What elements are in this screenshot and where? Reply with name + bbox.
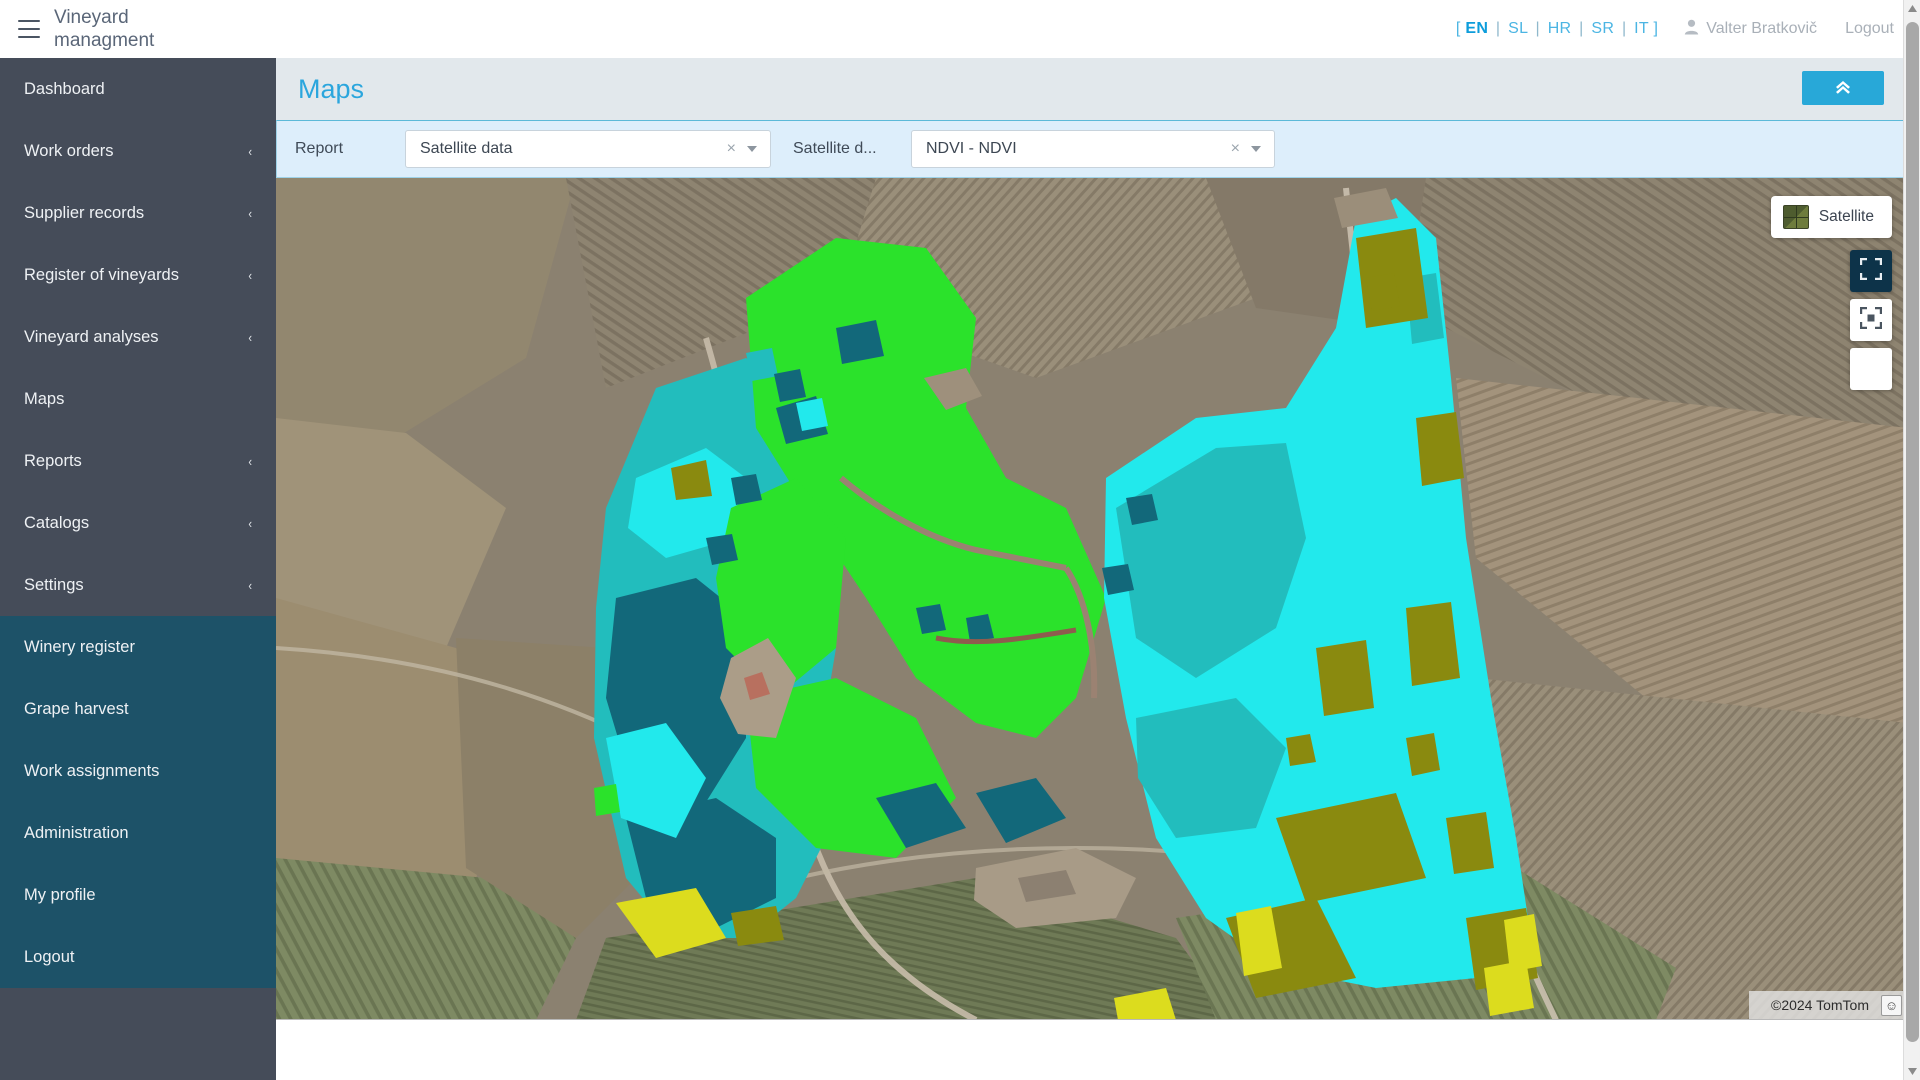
- sidebar-item-label: Register of vineyards: [24, 265, 179, 284]
- page-header: Maps: [276, 58, 1908, 120]
- scrollbar-thumb[interactable]: [1906, 22, 1919, 1042]
- fullscreen-select-button[interactable]: [1850, 250, 1892, 292]
- sidebar-item-label: My profile: [24, 885, 96, 904]
- lang-sr[interactable]: SR: [1591, 20, 1614, 37]
- sidebar-item-vineyard-analyses[interactable]: Vineyard analyses ‹: [0, 306, 276, 368]
- layer-toggle-label: Satellite: [1818, 208, 1874, 225]
- sidebar-item-label: Catalogs: [24, 513, 90, 532]
- map-controls: Satellite: [1770, 196, 1892, 390]
- sidebar-item-label: Work assignments: [24, 761, 160, 780]
- sidebar-item-administration[interactable]: Administration: [0, 802, 276, 864]
- sidebar-item-label: Settings: [24, 575, 84, 594]
- sidebar-item-supplier-records[interactable]: Supplier records ‹: [0, 182, 276, 244]
- sidebar-item-label: Logout: [24, 947, 75, 966]
- lang-separator-3: |: [1579, 20, 1584, 37]
- chevron-left-icon: ‹: [247, 267, 252, 283]
- scroll-down-arrow-icon[interactable]: [1904, 1063, 1920, 1080]
- chevron-left-icon: ‹: [247, 577, 252, 593]
- fit-bounds-button[interactable]: [1850, 299, 1892, 341]
- brand-title-line1: Vineyard: [54, 7, 129, 28]
- lang-separator-1: |: [1495, 20, 1501, 37]
- sidebar-item-catalogs[interactable]: Catalogs ‹: [0, 492, 276, 554]
- sidebar-item-dashboard[interactable]: Dashboard: [0, 58, 276, 120]
- brand-title[interactable]: Vineyard managment: [54, 6, 154, 52]
- page-title: Maps: [298, 73, 365, 104]
- user-menu[interactable]: Valter Bratkovič: [1684, 19, 1817, 39]
- clear-icon[interactable]: ×: [727, 141, 736, 157]
- sidebar-item-winery-register[interactable]: Winery register: [0, 616, 276, 678]
- sidebar-item-register-of-vineyards[interactable]: Register of vineyards ‹: [0, 244, 276, 306]
- scroll-up-arrow-icon[interactable]: [1904, 0, 1920, 17]
- filter-bar: Report Satellite data × Satellite d... N…: [276, 120, 1908, 178]
- sidebar-item-label: Reports: [24, 451, 82, 470]
- clear-icon[interactable]: ×: [1231, 141, 1240, 157]
- satellite-map-canvas[interactable]: [276, 178, 1908, 1020]
- map-control-stack: [1850, 250, 1892, 390]
- sidebar-item-label: Supplier records: [24, 203, 145, 222]
- satellite-data-select-value: NDVI - NDVI: [926, 140, 1017, 157]
- report-select-value: Satellite data: [420, 140, 513, 157]
- chevron-left-icon: ‹: [247, 205, 252, 221]
- sidebar: Dashboard Work orders ‹ Supplier records…: [0, 58, 276, 1080]
- sidebar-item-maps[interactable]: Maps: [0, 368, 276, 430]
- attribution-text: ©2024 TomTom: [1771, 997, 1869, 1013]
- hamburger-icon[interactable]: [18, 20, 40, 38]
- chevron-left-icon: ‹: [247, 453, 252, 469]
- sidebar-item-label: Vineyard analyses: [24, 327, 159, 346]
- user-name: Valter Bratkovič: [1706, 20, 1818, 37]
- lang-separator-2: |: [1535, 20, 1540, 37]
- language-switcher: [ EN | SL | HR | SR | IT ]: [1456, 20, 1658, 38]
- lang-en[interactable]: EN: [1465, 20, 1488, 37]
- brand-block: Vineyard managment: [0, 0, 276, 58]
- brand-title-line2: managment: [54, 30, 155, 51]
- sidebar-item-label: Work orders: [24, 141, 114, 160]
- lang-separator-4: |: [1621, 20, 1627, 37]
- chevron-double-up-icon: [1834, 79, 1852, 98]
- lang-it[interactable]: IT: [1634, 20, 1649, 37]
- lang-hr[interactable]: HR: [1548, 20, 1572, 37]
- sidebar-item-my-profile[interactable]: My profile: [0, 864, 276, 926]
- sidebar-item-logout[interactable]: Logout: [0, 926, 276, 988]
- sidebar-item-settings[interactable]: Settings ‹: [0, 554, 276, 616]
- sidebar-item-label: Administration: [24, 823, 129, 842]
- report-filter-label: Report: [295, 140, 344, 157]
- satellite-data-filter-label: Satellite d...: [793, 140, 877, 157]
- sidebar-item-work-orders[interactable]: Work orders ‹: [0, 120, 276, 182]
- chevron-left-icon: ‹: [247, 515, 252, 531]
- sidebar-item-label: Maps: [24, 389, 65, 408]
- chevron-left-icon: ‹: [247, 329, 252, 345]
- sidebar-item-label: Dashboard: [24, 79, 105, 98]
- fullscreen-select-icon: [1859, 257, 1883, 285]
- sidebar-item-label: Winery register: [24, 637, 135, 656]
- sidebar-submenu-settings: Winery register Grape harvest Work assig…: [0, 616, 276, 988]
- sidebar-item-grape-harvest[interactable]: Grape harvest: [0, 678, 276, 740]
- map-viewport[interactable]: Satellite ©2024 TomTom ☺: [276, 178, 1908, 1020]
- top-bar: nt Vineyard managment [ EN | SL | HR | S…: [0, 0, 1920, 58]
- satellite-thumbnail-icon: [1782, 205, 1809, 229]
- chevron-left-icon: ‹: [247, 143, 252, 159]
- top-bar-right: [ EN | SL | HR | SR | IT ] Valter Bratko…: [1456, 0, 1894, 58]
- lang-sl[interactable]: SL: [1508, 20, 1528, 37]
- sidebar-item-label: Grape harvest: [24, 699, 129, 718]
- report-select[interactable]: Satellite data ×: [405, 130, 771, 168]
- sidebar-item-reports[interactable]: Reports ‹: [0, 430, 276, 492]
- sidebar-item-work-assignments[interactable]: Work assignments: [0, 740, 276, 802]
- collapse-panel-button[interactable]: [1802, 71, 1884, 105]
- logout-link-top[interactable]: Logout: [1845, 20, 1894, 38]
- fit-bounds-icon: [1859, 306, 1883, 334]
- content-area: Maps Report Satellite data × Satellite d…: [276, 58, 1908, 1080]
- chevron-down-icon[interactable]: [1251, 146, 1261, 152]
- bracket-close: ]: [1653, 20, 1659, 37]
- user-avatar-icon: [1684, 19, 1699, 39]
- map-attribution: ©2024 TomTom ☺: [1749, 991, 1908, 1019]
- layer-toggle-satellite-button[interactable]: Satellite: [1770, 196, 1892, 238]
- feedback-smiley-icon[interactable]: ☺: [1881, 994, 1902, 1016]
- page-scrollbar[interactable]: [1903, 0, 1920, 1080]
- chevron-down-icon[interactable]: [747, 146, 757, 152]
- bracket-open: [: [1455, 20, 1461, 37]
- satellite-data-select[interactable]: NDVI - NDVI ×: [911, 130, 1275, 168]
- blank-control-button[interactable]: [1850, 348, 1892, 390]
